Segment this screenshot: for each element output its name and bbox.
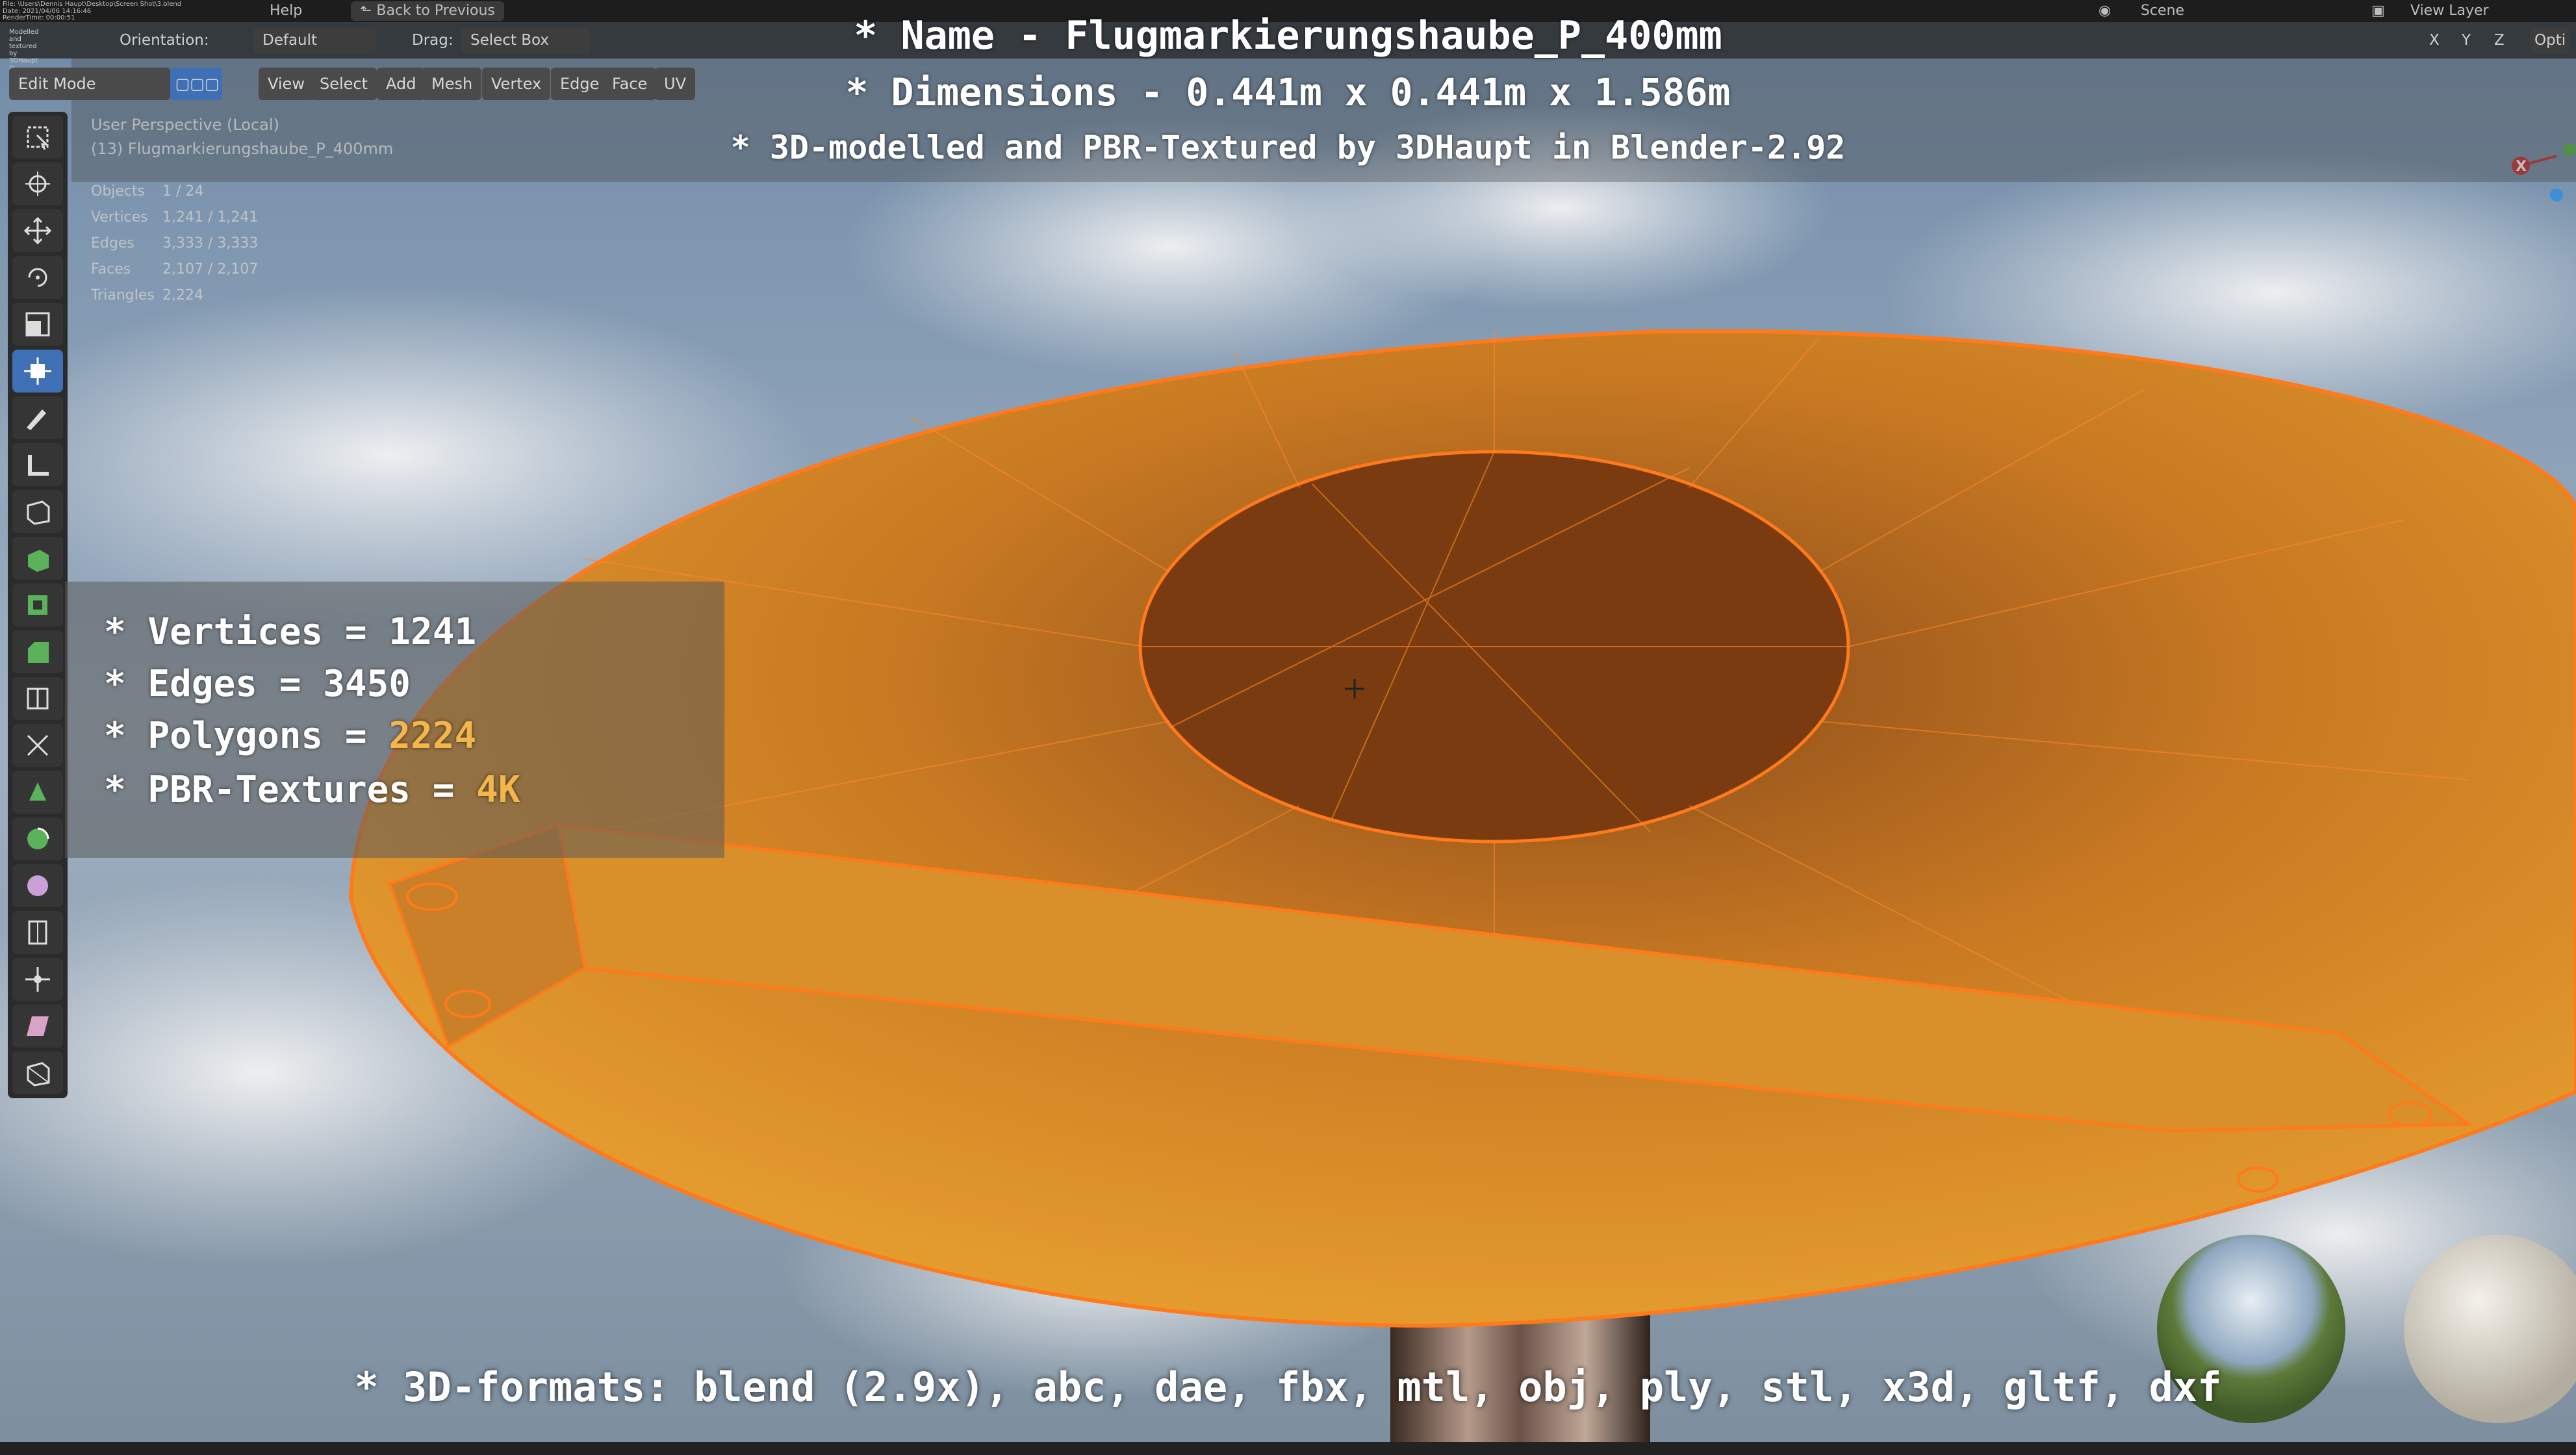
stat-triangles: Triangles 2,224 bbox=[91, 287, 203, 303]
rip-icon bbox=[27, 1062, 50, 1087]
tool-bevel[interactable] bbox=[12, 630, 63, 673]
overlay-vertices: * Vertices = 1241 bbox=[104, 611, 477, 653]
tool-knife[interactable] bbox=[12, 724, 63, 767]
tool-loop-cut[interactable] bbox=[12, 677, 63, 720]
tool-poly-build[interactable] bbox=[12, 771, 63, 814]
bevel-icon bbox=[28, 642, 49, 663]
rotate-icon bbox=[28, 268, 47, 287]
tool-measure[interactable] bbox=[12, 443, 63, 486]
tool-cursor[interactable] bbox=[12, 162, 63, 205]
annotate-icon bbox=[27, 409, 46, 430]
shrink-icon bbox=[25, 967, 50, 992]
loop-cut-icon bbox=[27, 688, 49, 710]
overlay-polygons: * Polygons = 2224 bbox=[104, 715, 477, 757]
tool-transform[interactable] bbox=[12, 350, 63, 393]
transform-icon bbox=[24, 357, 51, 385]
tool-shrink[interactable] bbox=[12, 958, 63, 1001]
overlay-dimensions-title: * Dimensions - 0.441m x 0.441m x 1.586m bbox=[845, 70, 1731, 114]
status-bar bbox=[0, 1442, 2576, 1455]
overlay-edges: * Edges = 3450 bbox=[104, 663, 411, 705]
tool-rotate[interactable] bbox=[12, 256, 63, 299]
smooth-icon bbox=[27, 875, 48, 896]
spin-icon bbox=[27, 827, 49, 849]
overlay-textures: * PBR-Textures = 4K bbox=[104, 769, 520, 811]
tool-shelf bbox=[8, 112, 68, 1098]
measure-icon bbox=[28, 455, 49, 476]
overlay-credit-title: * 3D-modelled and PBR-Textured by 3DHaup… bbox=[730, 129, 1846, 166]
tool-smooth[interactable] bbox=[12, 864, 63, 907]
overlay-name-title: * Name - Flugmarkierungshaube_P_400mm bbox=[854, 13, 1722, 58]
shear-icon bbox=[27, 1016, 49, 1036]
tool-add-cube[interactable] bbox=[12, 490, 63, 533]
cursor-icon bbox=[25, 172, 50, 196]
add-cube-icon bbox=[27, 500, 50, 525]
inset-icon bbox=[28, 595, 47, 615]
tool-extrude[interactable] bbox=[12, 537, 63, 580]
stat-edges: Edges 3,333 / 3,333 bbox=[91, 235, 259, 251]
stat-vertices: Vertices 1,241 / 1,241 bbox=[91, 209, 259, 225]
tool-shear[interactable] bbox=[12, 1005, 63, 1048]
tool-spin[interactable] bbox=[12, 818, 63, 860]
tool-scale[interactable] bbox=[12, 303, 63, 346]
tool-edge-slide[interactable] bbox=[12, 911, 63, 954]
scale-icon bbox=[25, 312, 50, 337]
viewport-statistics: Objects 1 / 24 Vertices 1,241 / 1,241 Edge… bbox=[91, 179, 258, 309]
tool-rip[interactable] bbox=[12, 1051, 63, 1094]
stat-faces: Faces 2,107 / 2,107 bbox=[91, 261, 259, 277]
poly-build-icon bbox=[29, 782, 46, 801]
tool-annotate[interactable] bbox=[12, 396, 63, 439]
tool-move[interactable] bbox=[12, 209, 63, 252]
overlay-formats-line: * 3D-formats: blend (2.9x), abc, dae, fb… bbox=[354, 1363, 2222, 1411]
edge-slide-icon bbox=[28, 920, 47, 945]
move-icon bbox=[23, 216, 52, 245]
knife-icon bbox=[27, 734, 49, 756]
extrude-icon bbox=[28, 550, 49, 572]
stat-objects: Objects 1 / 24 bbox=[91, 183, 204, 200]
tool-inset[interactable] bbox=[12, 584, 63, 626]
